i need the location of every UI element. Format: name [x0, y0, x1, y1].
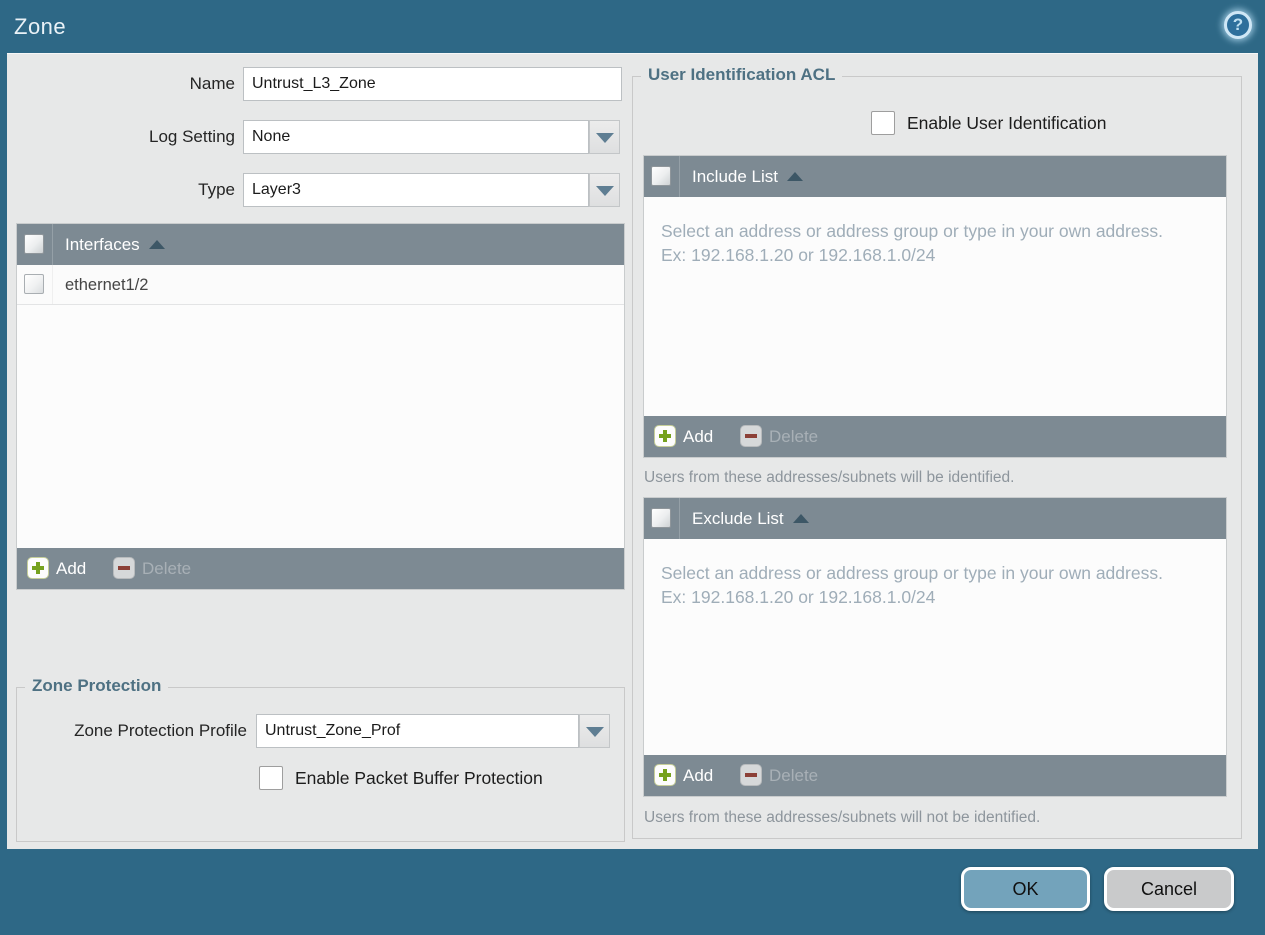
ok-button[interactable]: OK: [961, 867, 1090, 911]
sort-ascending-icon: [787, 172, 803, 181]
include-list-placeholder: Select an address or address group or ty…: [661, 221, 1163, 266]
exclude-list-label: Exclude List: [692, 509, 784, 528]
select-all-include-checkbox[interactable]: [651, 166, 671, 186]
delete-icon: [113, 557, 135, 579]
include-list-header[interactable]: Include List: [644, 156, 1226, 197]
add-icon: [654, 425, 676, 447]
enable-user-identification-checkbox[interactable]: [871, 111, 895, 135]
type-dropdown-button[interactable]: [589, 173, 620, 207]
dialog-title: Zone: [14, 14, 67, 39]
enable-packet-buffer-protection-label: Enable Packet Buffer Protection: [295, 768, 543, 788]
interface-row-checkbox-cell: [17, 265, 53, 304]
zone-protection-profile-input[interactable]: [256, 714, 579, 748]
exclude-list-body: Select an address or address group or ty…: [644, 539, 1226, 756]
zone-protection-section: Zone Protection Zone Protection Profile …: [16, 676, 625, 842]
include-list-table: Include List Select an address or addres…: [643, 155, 1227, 458]
enable-packet-buffer-protection-checkbox[interactable]: [259, 766, 283, 790]
type-input[interactable]: [243, 173, 589, 207]
dialog-titlebar: Zone ?: [0, 0, 1265, 53]
exclude-list-note: Users from these addresses/subnets will …: [644, 809, 1041, 826]
zone-protection-profile-label: Zone Protection Profile: [74, 721, 247, 740]
chevron-down-icon: [595, 186, 614, 196]
chevron-down-icon: [595, 133, 614, 143]
include-list-toolbar: Add Delete: [644, 416, 1226, 457]
user-identification-acl-section: User Identification ACL Enable User Iden…: [632, 65, 1242, 839]
add-button-label: Add: [683, 427, 714, 446]
exclude-list-table: Exclude List Select an address or addres…: [643, 497, 1227, 797]
interfaces-column-header: Interfaces: [65, 224, 165, 265]
interfaces-table-body: ethernet1/2: [17, 265, 624, 550]
type-label: Type: [198, 180, 235, 199]
include-list-label: Include List: [692, 167, 778, 186]
zone-protection-profile-dropdown-button[interactable]: [579, 714, 610, 748]
name-label: Name: [189, 74, 235, 93]
include-list-note: Users from these addresses/subnets will …: [644, 469, 1015, 486]
exclude-list-toolbar: Add Delete: [644, 755, 1226, 796]
interfaces-table-toolbar: Add Delete: [17, 548, 624, 589]
zone-protection-profile-row: Zone Protection Profile: [17, 714, 617, 748]
interface-row[interactable]: ethernet1/2: [17, 265, 624, 305]
interfaces-table-header[interactable]: Interfaces: [17, 224, 624, 265]
interfaces-header-label: Interfaces: [65, 235, 140, 254]
exclude-list-header[interactable]: Exclude List: [644, 498, 1226, 539]
add-include-address-button[interactable]: Add: [654, 416, 713, 457]
delete-button-label: Delete: [769, 427, 819, 446]
delete-interface-button[interactable]: Delete: [113, 548, 191, 589]
exclude-list-column-header: Exclude List: [692, 498, 809, 539]
type-row: Type: [7, 173, 627, 207]
help-icon[interactable]: ?: [1224, 11, 1252, 39]
exclude-header-checkbox-cell: [644, 498, 680, 539]
include-list-column-header: Include List: [692, 156, 803, 197]
delete-icon: [740, 425, 762, 447]
interfaces-header-checkbox-cell: [17, 224, 53, 265]
log-setting-label: Log Setting: [148, 127, 235, 146]
include-list-body: Select an address or address group or ty…: [644, 197, 1226, 417]
add-interface-button[interactable]: Add: [27, 548, 86, 589]
interface-name: ethernet1/2: [65, 276, 149, 294]
cancel-button[interactable]: Cancel: [1104, 867, 1234, 911]
zone-protection-legend: Zone Protection: [25, 676, 169, 696]
interfaces-table: Interfaces ethernet1/2 Add Delete: [16, 223, 625, 590]
delete-button-label: Delete: [142, 559, 192, 578]
delete-include-address-button[interactable]: Delete: [740, 416, 818, 457]
sort-ascending-icon: [148, 240, 165, 249]
user-identification-acl-legend: User Identification ACL: [641, 65, 843, 85]
log-setting-input[interactable]: [243, 120, 589, 154]
delete-button-label: Delete: [769, 766, 819, 785]
add-exclude-address-button[interactable]: Add: [654, 755, 713, 796]
name-row: Name: [7, 67, 627, 101]
select-all-interfaces-checkbox[interactable]: [24, 234, 44, 254]
chevron-down-icon: [585, 727, 604, 737]
exclude-list-placeholder: Select an address or address group or ty…: [661, 563, 1163, 608]
log-setting-row: Log Setting: [7, 120, 627, 154]
interface-row-checkbox[interactable]: [24, 274, 44, 294]
enable-user-identification-label: Enable User Identification: [907, 113, 1107, 133]
delete-exclude-address-button[interactable]: Delete: [740, 755, 818, 796]
delete-icon: [740, 764, 762, 786]
sort-ascending-icon: [792, 514, 809, 523]
select-all-exclude-checkbox[interactable]: [651, 508, 671, 528]
add-button-label: Add: [683, 766, 714, 785]
add-button-label: Add: [56, 559, 87, 578]
add-icon: [654, 764, 676, 786]
include-header-checkbox-cell: [644, 156, 680, 197]
log-setting-dropdown-button[interactable]: [589, 120, 620, 154]
name-input[interactable]: [243, 67, 622, 101]
add-icon: [27, 557, 49, 579]
zone-dialog: Name Log Setting Type Interfaces: [7, 53, 1258, 849]
